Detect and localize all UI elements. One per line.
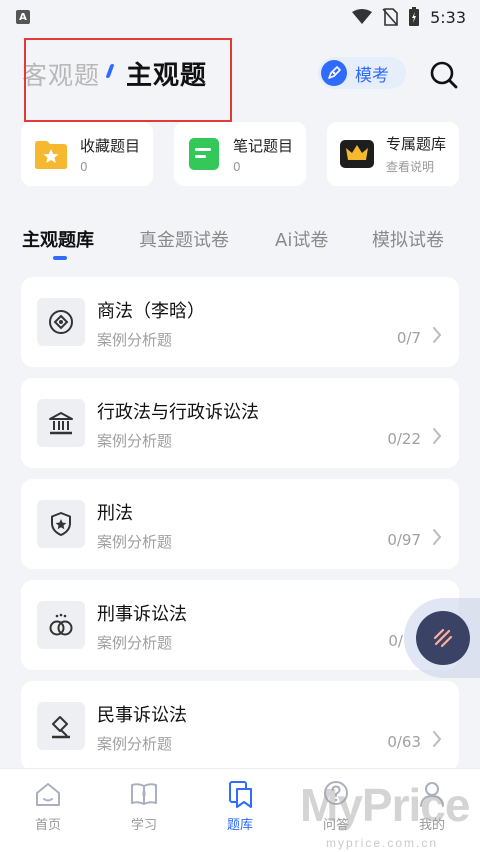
exclusive-bank-card[interactable]: 专属题库 查看说明	[327, 122, 459, 186]
floating-assistant-button[interactable]	[404, 598, 480, 678]
nav-home[interactable]: 首页	[18, 779, 78, 833]
active-tab-indicator	[53, 256, 67, 260]
subject-title: 民事诉讼法	[97, 705, 187, 726]
gavel-icon	[37, 702, 85, 750]
subject-title: 商法（李晗）	[97, 301, 205, 322]
watermark-url: myprice.com.cn	[326, 836, 439, 850]
nav-question-bank[interactable]: 题库	[210, 779, 270, 833]
chevron-right-icon	[433, 529, 442, 545]
quick-access-row: 收藏题目 0 笔记题目 0 专属题库 查看说明	[21, 122, 459, 186]
mock-exam-label: 模考	[355, 65, 389, 86]
nav-label: 题库	[226, 818, 253, 833]
notes-card[interactable]: 笔记题目 0	[174, 122, 306, 186]
tab-mock-papers[interactable]: 模拟试卷	[372, 226, 444, 252]
search-icon[interactable]	[428, 59, 460, 91]
subject-title: 刑事诉讼法	[97, 604, 187, 625]
government-building-icon	[37, 399, 85, 447]
quick-card-title: 收藏题目	[80, 136, 141, 155]
chevron-right-icon	[433, 327, 442, 343]
clock: 5:33	[430, 7, 466, 27]
quick-card-title: 专属题库	[386, 135, 447, 153]
chevron-right-icon	[433, 731, 442, 747]
progress-count: 0/22	[387, 430, 421, 448]
favorites-card[interactable]: 收藏题目 0	[21, 122, 153, 186]
diamond-badge-icon	[37, 298, 85, 346]
status-bar: A 5:33	[0, 0, 480, 34]
quick-card-count: 0	[233, 159, 241, 174]
crown-icon	[339, 136, 375, 172]
list-item[interactable]: 商法（李晗） 案例分析题 0/7	[21, 277, 459, 367]
subject-title: 行政法与行政诉讼法	[97, 402, 259, 423]
quick-card-count: 0	[80, 159, 88, 174]
question-bank-icon	[229, 781, 252, 808]
subject-type: 案例分析题	[97, 331, 173, 349]
shield-star-icon	[37, 500, 85, 548]
tab-real-exam-papers[interactable]: 真金题试卷	[139, 226, 229, 252]
list-item[interactable]: 民事诉讼法 案例分析题 0/63	[21, 681, 459, 771]
subject-type: 案例分析题	[97, 634, 173, 652]
subject-type: 案例分析题	[97, 533, 173, 551]
list-item[interactable]: 刑法 案例分析题 0/97	[21, 479, 459, 569]
ai-assistant-icon	[416, 611, 470, 665]
mock-exam-button[interactable]: 模考	[318, 57, 406, 89]
progress-count: 0/63	[387, 733, 421, 751]
nav-study[interactable]: 学习	[114, 779, 174, 833]
note-icon	[186, 136, 222, 172]
home-icon	[36, 783, 60, 806]
highlight-box	[24, 38, 232, 122]
handcuffs-icon	[37, 601, 85, 649]
quick-card-title: 笔记题目	[233, 136, 294, 155]
nav-label: 首页	[34, 818, 61, 833]
pen-icon	[321, 60, 347, 86]
progress-count: 0/7	[396, 329, 421, 347]
category-tabs: 主观题库 真金题试卷 Ai试卷 模拟试卷	[22, 226, 462, 262]
tab-subjective-bank[interactable]: 主观题库	[22, 226, 94, 252]
app-notification-icon: A	[16, 10, 30, 24]
subject-type: 案例分析题	[97, 432, 173, 450]
progress-count: 0/	[388, 632, 403, 650]
list-item[interactable]: 刑事诉讼法 案例分析题 0/	[21, 580, 459, 670]
subject-title: 刑法	[97, 503, 133, 524]
progress-count: 0/97	[387, 531, 421, 549]
wifi-icon	[352, 9, 373, 24]
quick-card-link[interactable]: 查看说明	[386, 158, 446, 175]
tab-ai-papers[interactable]: Ai试卷	[275, 226, 328, 252]
nav-label: 学习	[130, 818, 157, 833]
book-icon	[131, 783, 157, 805]
star-folder-icon	[33, 136, 69, 172]
chevron-right-icon	[433, 428, 442, 444]
battery-icon	[409, 7, 420, 26]
subject-type: 案例分析题	[97, 735, 173, 753]
no-sim-icon	[382, 8, 398, 26]
watermark-logo: MyPrice	[300, 779, 470, 831]
list-item[interactable]: 行政法与行政诉讼法 案例分析题 0/22	[21, 378, 459, 468]
